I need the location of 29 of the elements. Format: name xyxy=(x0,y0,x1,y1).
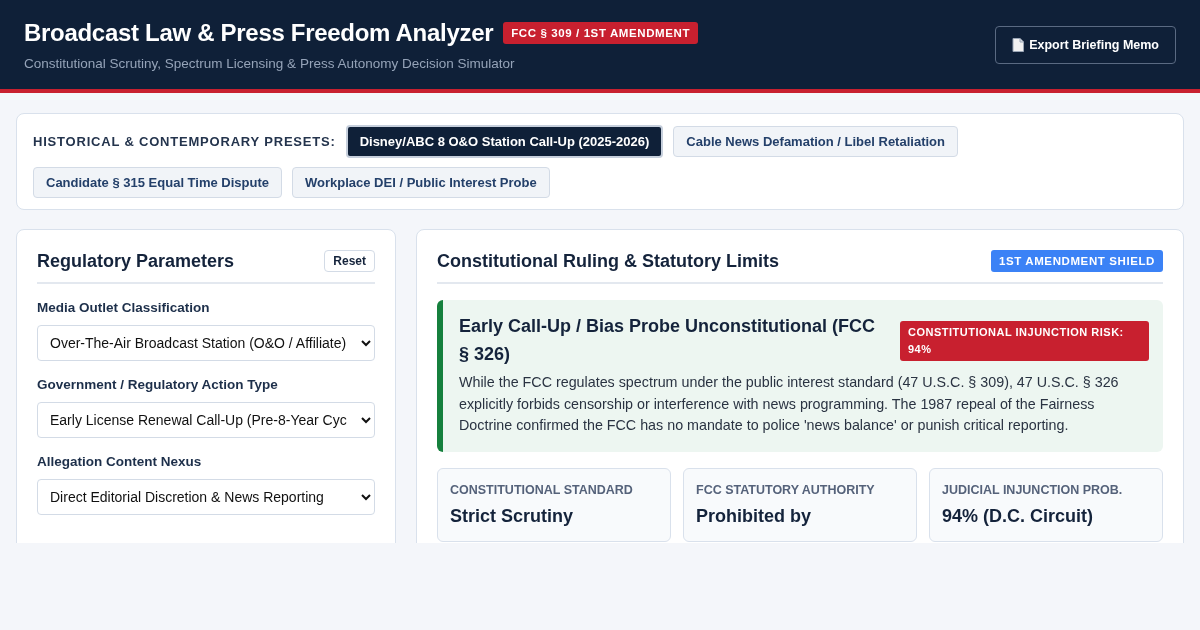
panel-title: Constitutional Ruling & Statutory Limits xyxy=(437,250,779,272)
presets-label: HISTORICAL & CONTEMPORARY PRESETS: xyxy=(33,134,336,149)
field-label: Government / Regulatory Action Type xyxy=(37,377,279,392)
panel-title: Regulatory Parameters xyxy=(37,250,235,272)
preset-button[interactable]: Workplace DEI / Public Interest Probe xyxy=(292,167,550,198)
verdict-title: Early Call-Up / Bias Probe Unconstitutional (FCC § 326) xyxy=(459,315,877,366)
document-icon xyxy=(1012,37,1025,52)
verdict-text: While the FCC regulates spectrum under the public interest standard (47 U.S.C. § 309), 47 U.S.C. § 326 explicitly forbids censorship or interference with news programming. The 1987 repeal of the Fairness Doctrine confirmed the FCC has no mandate to police 'news balance' or punish critical reporting. xyxy=(459,373,1120,435)
dropdown-field[interactable]: Direct Editorial Discretion & News Reporting xyxy=(37,479,375,515)
dropdown-field[interactable]: Over-The-Air Broadcast Station (O&O / Affiliate) xyxy=(37,325,375,361)
regulation-badge: FCC § 309 / 1ST AMENDMENT xyxy=(503,21,699,44)
preset-button[interactable]: Disney/ABC 8 O&O Station Call-Up (2025-2026) xyxy=(345,125,664,158)
shield-badge: 1ST AMENDMENT SHIELD xyxy=(991,250,1163,272)
export-button[interactable]: Export Briefing Memo xyxy=(995,25,1176,64)
app-title: Broadcast Law & Press Freedom Analyzer xyxy=(24,18,494,47)
risk-badge: CONSTITUTIONAL INJUNCTION RISK: 94% xyxy=(900,321,1149,361)
field-label: Media Outlet Classification xyxy=(37,300,211,315)
dropdown-field[interactable]: Early License Renewal Call-Up (Pre-8-Year Cyc xyxy=(37,402,375,438)
preset-button[interactable]: Candidate § 315 Equal Time Dispute xyxy=(33,167,282,198)
metric-label: FCC STATUTORY AUTHORITY xyxy=(696,482,876,497)
metric-value: 94% (D.C. Circuit) xyxy=(942,505,1095,527)
field-label: Allegation Content Nexus xyxy=(37,454,203,469)
metric-label: CONSTITUTIONAL STANDARD xyxy=(450,482,634,497)
reset-button[interactable]: Reset xyxy=(324,250,375,272)
preset-button[interactable]: Cable News Defamation / Libel Retaliation xyxy=(673,126,958,157)
metric-value: Strict Scrutiny xyxy=(450,505,575,527)
metric-label: JUDICIAL INJUNCTION PROB. xyxy=(942,482,1124,497)
app-subtitle: Constitutional Scrutiny, Spectrum Licensing & Press Autonomy Decision Simulator xyxy=(24,55,516,71)
metric-value: Prohibited by xyxy=(696,505,812,527)
